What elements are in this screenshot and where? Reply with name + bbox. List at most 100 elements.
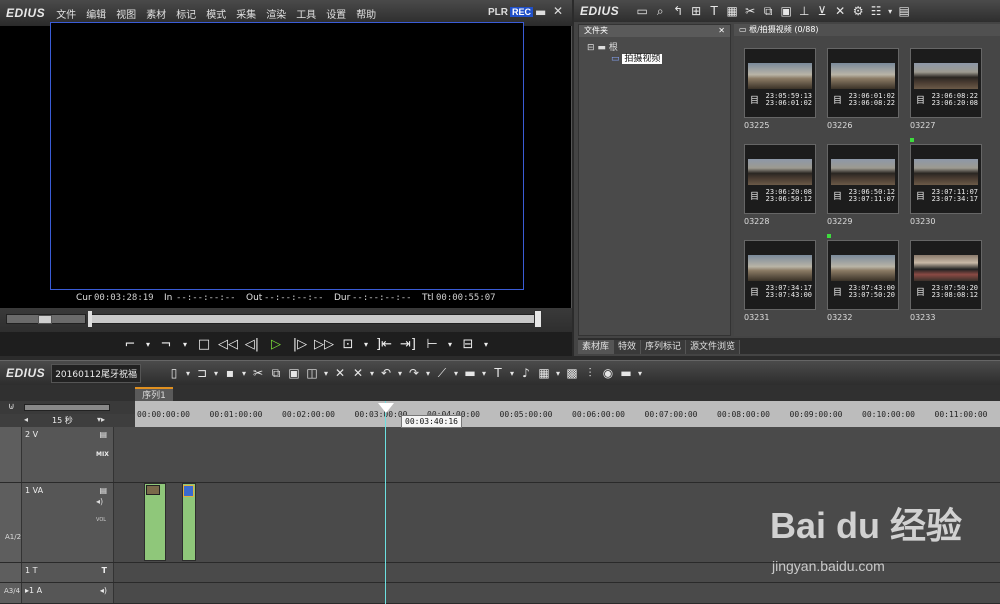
track-expand[interactable]	[113, 563, 135, 582]
rewind-icon[interactable]: ◁◁	[216, 334, 240, 354]
dropdown-icon[interactable]: ▾	[635, 364, 645, 382]
search-icon[interactable]: ⌕	[651, 2, 669, 20]
dropdown-icon[interactable]: ▾	[183, 364, 193, 382]
speaker-icon[interactable]: ◂)	[100, 586, 107, 595]
step-forward-icon[interactable]: |▷	[288, 334, 312, 354]
dropdown-icon[interactable]: ▾	[178, 334, 192, 354]
clip-thumbnail[interactable]: 目 23:07:11:07 23:07:34:17	[910, 138, 982, 214]
color-bar-icon[interactable]: ▦	[723, 2, 741, 20]
dropdown-icon[interactable]: ▾	[360, 334, 372, 354]
tab-sequence-markers[interactable]: 序列标记	[641, 340, 687, 354]
track-expand[interactable]	[113, 583, 135, 603]
scrub-start-handle[interactable]	[88, 311, 92, 327]
menu-mode[interactable]: 模式	[201, 6, 231, 21]
tab-effects[interactable]: 特效	[614, 340, 642, 354]
playhead-line[interactable]	[385, 401, 386, 604]
properties-icon[interactable]: ⚙	[849, 2, 867, 20]
tab-sequence-1[interactable]: 序列1	[135, 387, 173, 401]
insert-icon[interactable]: ]⇤	[372, 334, 396, 354]
speaker-icon[interactable]: ◂)	[96, 497, 103, 506]
menu-render[interactable]: 渲染	[261, 6, 291, 21]
close-icon[interactable]: ✕	[553, 4, 563, 18]
overwrite-icon[interactable]: ⇥]	[396, 334, 420, 354]
clip-thumbnail[interactable]: 目 23:07:43:00 23:07:50:20	[827, 234, 899, 310]
mix-label[interactable]: MIX	[96, 451, 109, 458]
dropdown-icon[interactable]: ▾	[321, 364, 331, 382]
copy-icon[interactable]: ⧉	[267, 364, 285, 382]
menu-view[interactable]: 视图	[111, 6, 141, 21]
zoom-slider[interactable]	[24, 404, 110, 411]
dropdown-icon[interactable]: ▾	[211, 364, 221, 382]
dropdown-icon[interactable]: ▾	[142, 334, 154, 354]
paste-icon[interactable]: ▣	[285, 364, 303, 382]
clip-thumbnail[interactable]: 目 23:06:08:22 23:06:20:08	[910, 48, 982, 118]
track-2v[interactable]	[135, 427, 1000, 483]
cut-icon[interactable]: ✂	[741, 2, 759, 20]
tab-source-browser[interactable]: 源文件浏览	[686, 340, 741, 354]
clip-thumbnail[interactable]: 目 23:07:34:17 23:07:43:00	[744, 240, 816, 310]
track-1va-header[interactable]: A1/2 1 VA ▤ ◂) VOL	[0, 483, 135, 563]
insert-icon[interactable]: ⊻	[813, 2, 831, 20]
rec-button[interactable]: REC	[510, 7, 534, 17]
title-icon[interactable]: T	[705, 2, 723, 20]
timeline-ruler[interactable]: 00:00:00:00 00:01:00:00 00:02:00:00 00:03:0…	[135, 401, 1000, 427]
save-icon[interactable]: ▪	[221, 364, 239, 382]
set-out-icon[interactable]: ¬	[154, 334, 178, 354]
color-bar-icon[interactable]: ▦	[535, 364, 553, 382]
window-layout-icon[interactable]: ▬	[617, 364, 635, 382]
cut-icon[interactable]: ✂	[249, 364, 267, 382]
dropdown-icon[interactable]: ▾	[395, 364, 405, 382]
new-file-icon[interactable]: ▯	[165, 364, 183, 382]
collapse-icon[interactable]: ⊟	[587, 43, 595, 53]
track-expand[interactable]	[113, 483, 135, 562]
open-icon[interactable]: ⊐	[193, 364, 211, 382]
scrub-end-handle[interactable]	[534, 310, 542, 328]
vol-label[interactable]: VOL	[96, 517, 106, 523]
export-icon[interactable]: ⊟	[456, 334, 480, 354]
add-clip-icon[interactable]: ⊞	[687, 2, 705, 20]
track-1t-header[interactable]: 1 T T	[0, 563, 135, 583]
loop-icon[interactable]: ⊡	[336, 334, 360, 354]
menu-tools[interactable]: 工具	[291, 6, 321, 21]
color-wheel-icon[interactable]: ◉	[599, 364, 617, 382]
track-2v-header[interactable]: 2 V ▤ MIX	[0, 427, 135, 483]
menu-help[interactable]: 帮助	[351, 6, 381, 21]
shuttle-knob[interactable]	[38, 315, 52, 324]
folder-subfolder[interactable]: ▭ 拍摄视频	[611, 51, 663, 64]
film-icon[interactable]: ▤	[99, 486, 107, 495]
clip-thumbnail[interactable]: 目 23:06:50:12 23:07:11:07	[827, 144, 899, 214]
ripple-delete-icon[interactable]: ✕	[349, 364, 367, 382]
track-1a[interactable]	[135, 583, 1000, 604]
timescale-value[interactable]: 15 秒	[52, 415, 73, 426]
copy-icon[interactable]: ⧉	[759, 2, 777, 20]
track-expand[interactable]	[113, 427, 135, 482]
menu-clip[interactable]: 素材	[141, 6, 171, 21]
microphone-icon[interactable]: ♪	[517, 364, 535, 382]
undo-icon[interactable]: ↶	[377, 364, 395, 382]
folder-icon[interactable]: ▭	[633, 2, 651, 20]
playhead-marker[interactable]	[378, 403, 394, 413]
delete-icon[interactable]: ✕	[331, 364, 349, 382]
title-icon[interactable]: T	[489, 364, 507, 382]
sync-icon[interactable]: ⊍	[8, 402, 15, 412]
track-1a-header[interactable]: A3/4 ▸1 A ◂)	[0, 583, 135, 604]
delete-icon[interactable]: ✕	[831, 2, 849, 20]
clip-thumbnail[interactable]: 目 23:06:20:08 23:06:50:12	[744, 144, 816, 214]
plr-button[interactable]: PLR	[488, 7, 508, 18]
scale-left-icon[interactable]: ◂	[24, 415, 28, 424]
menu-settings[interactable]: 设置	[321, 6, 351, 21]
redo-icon[interactable]: ↷	[405, 364, 423, 382]
add-to-timeline-icon[interactable]: ⊥	[795, 2, 813, 20]
menu-capture[interactable]: 采集	[231, 6, 261, 21]
menu-marker[interactable]: 标记	[171, 6, 201, 21]
stop-icon[interactable]: □	[192, 334, 216, 354]
match-frame-icon[interactable]: ⊢	[420, 334, 444, 354]
paste-icon[interactable]: ▣	[777, 2, 795, 20]
minimize-icon[interactable]: ▬	[535, 5, 546, 19]
dropdown-icon[interactable]: ▾	[444, 334, 456, 354]
set-in-icon[interactable]: ⌐	[118, 334, 142, 354]
menu-edit[interactable]: 编辑	[81, 6, 111, 21]
up-folder-icon[interactable]: ↰	[669, 2, 687, 20]
dropdown-icon[interactable]: ▾	[480, 334, 492, 354]
clip-thumbnail[interactable]: 目 23:05:59:13 23:06:01:02	[744, 48, 816, 118]
